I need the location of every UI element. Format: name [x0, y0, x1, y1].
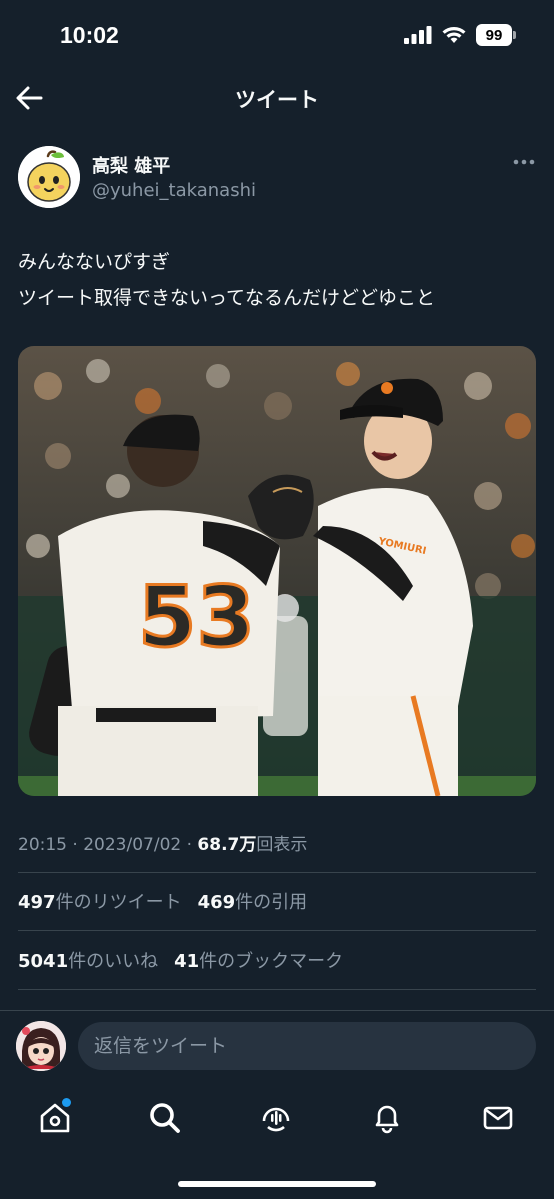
tweet-photo[interactable]: 53 YOMIURI — [18, 346, 536, 796]
home-notification-dot — [62, 1098, 71, 1107]
top-nav: ツイート — [0, 74, 554, 122]
tab-notifications[interactable] — [365, 1096, 409, 1140]
bookmarks-count: 41 — [174, 951, 200, 972]
notifications-icon — [375, 1105, 399, 1134]
author-avatar[interactable] — [18, 146, 80, 208]
battery-tip — [513, 31, 516, 39]
retweets-label: 件のリツイート — [55, 892, 182, 913]
like-bookmark-stats: 5041件のいいね 41件のブックマーク — [18, 947, 343, 973]
battery-level: 99 — [476, 24, 512, 46]
more-options-icon[interactable] — [512, 156, 536, 168]
search-icon — [150, 1103, 180, 1133]
wifi-icon — [442, 27, 466, 43]
spaces-icon — [262, 1107, 290, 1132]
divider — [18, 930, 536, 931]
battery-indicator: 99 — [476, 24, 516, 46]
quotes-label: 件の引用 — [235, 892, 308, 913]
retweets-count: 497 — [18, 892, 56, 913]
author-handle[interactable]: @yuhei_takanashi — [92, 180, 256, 201]
retweets-stat[interactable]: 497件のリツイート — [18, 888, 182, 914]
author-display-name[interactable]: 高梨 雄平 — [92, 152, 170, 178]
likes-count: 5041 — [18, 951, 69, 972]
tab-home[interactable] — [33, 1096, 77, 1140]
tweet-date: 2023/07/02 — [83, 835, 182, 855]
baseball-players-photo: 53 YOMIURI — [18, 346, 536, 796]
likes-label: 件のいいね — [68, 951, 159, 972]
status-indicators: 99 — [404, 24, 516, 46]
quotes-stat[interactable]: 469件の引用 — [198, 888, 308, 914]
reply-input[interactable] — [78, 1022, 536, 1070]
current-user-avatar[interactable] — [16, 1021, 66, 1071]
home-indicator[interactable] — [178, 1181, 376, 1187]
tab-messages[interactable] — [476, 1096, 520, 1140]
quotes-count: 469 — [197, 892, 236, 913]
signal-icon — [404, 26, 432, 44]
meta-separator: · — [186, 835, 193, 855]
meta-separator: · — [72, 835, 78, 855]
bottom-tab-bar — [0, 1082, 554, 1199]
likes-stat[interactable]: 5041件のいいね — [18, 947, 158, 973]
page-title: ツイート — [235, 88, 319, 112]
user-avatar-illustration — [16, 1021, 66, 1071]
divider — [18, 872, 536, 873]
tab-spaces[interactable] — [254, 1096, 298, 1140]
reply-bar — [0, 1010, 554, 1082]
views-count: 68.7万 — [197, 835, 257, 855]
tweet-text: みんなないぴすぎ ツイート取得できないってなるんだけどどゆこと — [18, 244, 536, 316]
status-time: 10:02 — [60, 22, 119, 48]
tab-search[interactable] — [143, 1096, 187, 1140]
tweet-text-line: みんなないぴすぎ — [18, 251, 171, 273]
tweet-text-line: ツイート取得できないってなるんだけどどゆこと — [18, 287, 436, 309]
status-bar: 10:02 99 — [0, 0, 554, 74]
tweet-meta: 20:15 · 2023/07/02 · 68.7万回表示 — [18, 830, 307, 855]
views-label: 回表示 — [256, 835, 308, 855]
divider — [18, 989, 536, 990]
messages-icon — [483, 1106, 513, 1130]
jersey-number: 53 — [138, 568, 255, 666]
pear-mascot-icon — [18, 146, 80, 208]
bookmarks-label: 件のブックマーク — [199, 951, 344, 972]
bookmarks-stat[interactable]: 41件のブックマーク — [174, 947, 343, 973]
tweet-time: 20:15 — [18, 835, 67, 855]
retweet-quote-stats: 497件のリツイート 469件の引用 — [18, 888, 307, 914]
